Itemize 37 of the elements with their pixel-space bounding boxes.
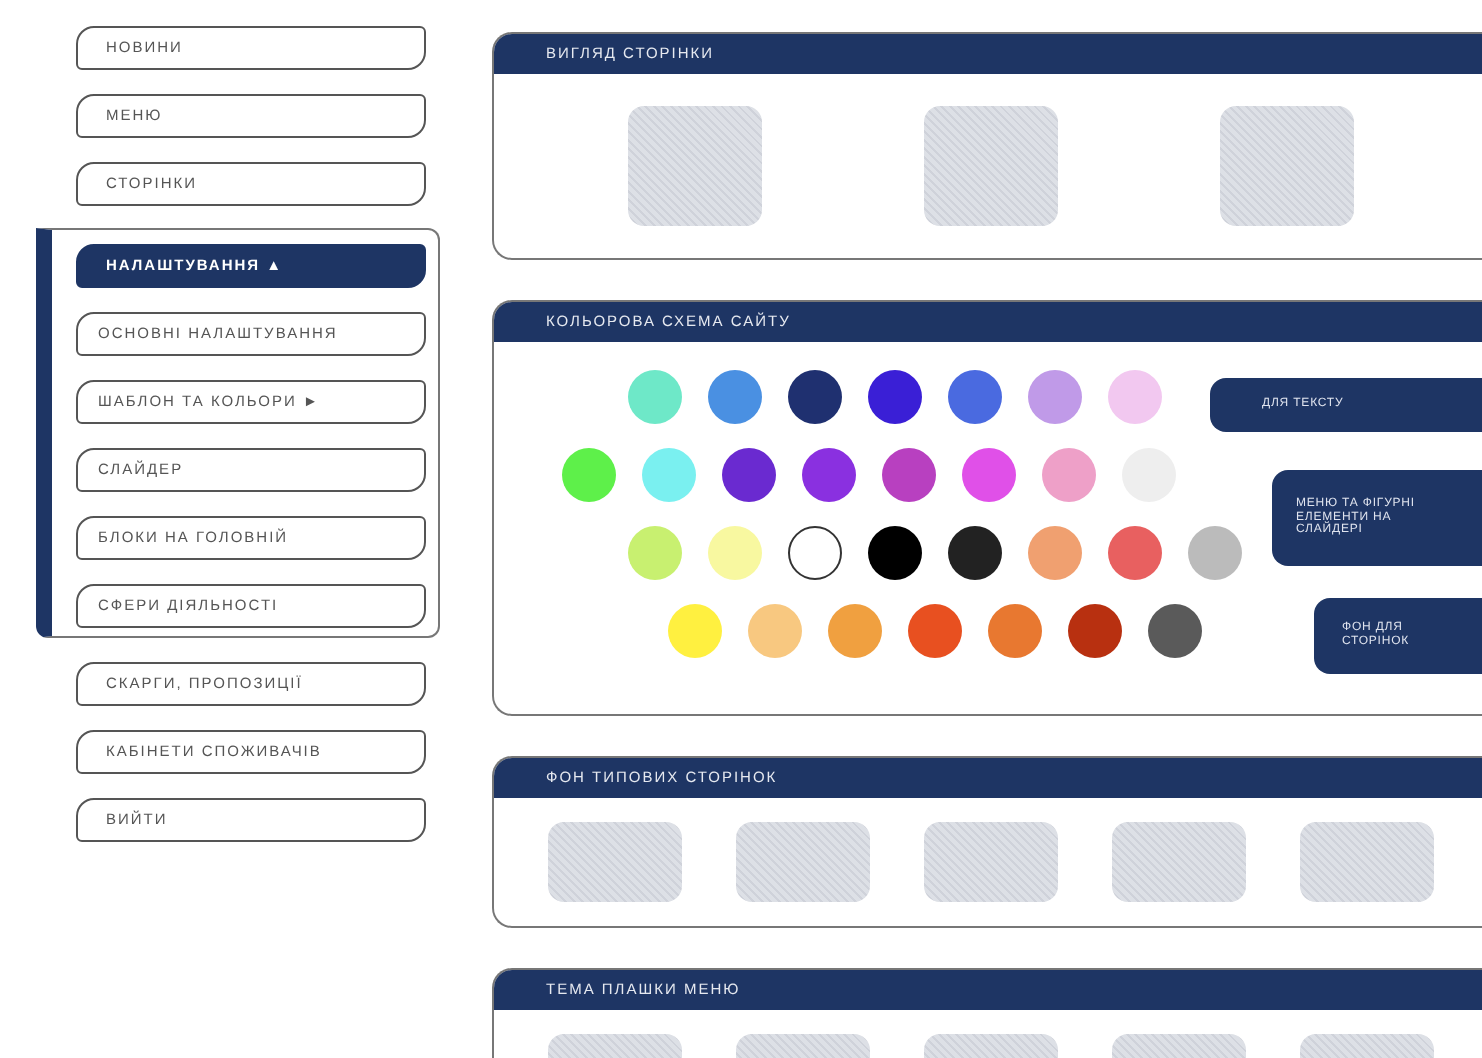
color-swatch[interactable]: [788, 526, 842, 580]
thumbnail-placeholder[interactable]: [1112, 822, 1246, 902]
color-swatch[interactable]: [1028, 370, 1082, 424]
color-swatch[interactable]: [868, 370, 922, 424]
color-swatch[interactable]: [1108, 526, 1162, 580]
color-swatch[interactable]: [882, 448, 936, 502]
color-swatch[interactable]: [948, 370, 1002, 424]
color-swatch[interactable]: [562, 448, 616, 502]
thumbnail-placeholder[interactable]: [628, 106, 762, 226]
color-swatch[interactable]: [628, 526, 682, 580]
color-swatch[interactable]: [708, 526, 762, 580]
color-swatch[interactable]: [1108, 370, 1162, 424]
color-swatch[interactable]: [722, 448, 776, 502]
color-swatch[interactable]: [748, 604, 802, 658]
color-swatch[interactable]: [988, 604, 1042, 658]
color-swatch[interactable]: [948, 526, 1002, 580]
color-swatch[interactable]: [642, 448, 696, 502]
thumbnail-placeholder[interactable]: [924, 822, 1058, 902]
color-swatch[interactable]: [802, 448, 856, 502]
color-swatch[interactable]: [1188, 526, 1242, 580]
color-swatch[interactable]: [1028, 526, 1082, 580]
color-swatch[interactable]: [1068, 604, 1122, 658]
color-swatch[interactable]: [908, 604, 962, 658]
color-swatch[interactable]: [828, 604, 882, 658]
color-swatch[interactable]: [668, 604, 722, 658]
thumbnail-placeholder[interactable]: [548, 822, 682, 902]
color-swatch[interactable]: [628, 370, 682, 424]
color-swatch[interactable]: [1042, 448, 1096, 502]
color-swatch[interactable]: [1148, 604, 1202, 658]
thumbnail-placeholder[interactable]: [924, 106, 1058, 226]
thumbnail-placeholder[interactable]: [1300, 822, 1434, 902]
color-swatch[interactable]: [868, 526, 922, 580]
color-swatch[interactable]: [788, 370, 842, 424]
thumbnail-placeholder[interactable]: [736, 822, 870, 902]
thumbnail-placeholder[interactable]: [1220, 106, 1354, 226]
color-swatch[interactable]: [708, 370, 762, 424]
color-swatch[interactable]: [962, 448, 1016, 502]
